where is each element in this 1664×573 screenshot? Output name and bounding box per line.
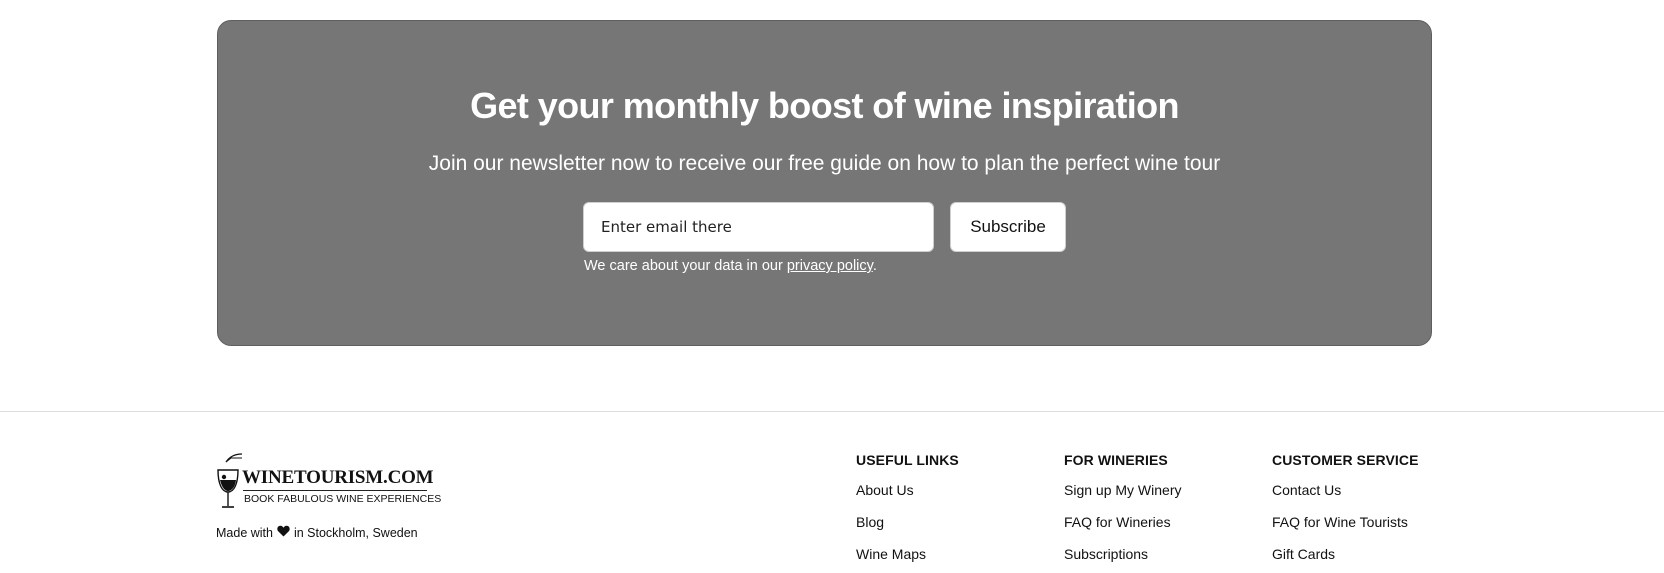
wine-glass-icon [217,453,243,508]
subscribe-button[interactable]: Subscribe [950,202,1066,252]
footer-link-gift-cards[interactable]: Gift Cards [1272,546,1335,562]
newsletter-subtitle: Join our newsletter now to receive our f… [428,152,1221,175]
footer-column-customer-service: CUSTOMER SERVICE Contact Us FAQ for Wine… [1272,452,1419,562]
site-logo[interactable]: WINETOURISM.COM BOOK FABULOUS WINE EXPER… [216,450,441,510]
made-with-prefix: Made with [216,526,273,540]
logo-wordmark: WINETOURISM.COM [242,467,434,488]
footer-link-subscriptions[interactable]: Subscriptions [1064,546,1148,562]
made-with-location: in Stockholm, Sweden [293,526,418,540]
privacy-note: We care about your data in our privacy p… [584,258,877,274]
made-with-note: Made with in Stockholm, Sweden [216,525,418,540]
privacy-note-suffix: . [872,258,877,274]
logo-divider [243,490,427,491]
footer-link-faq-for-wine-tourists[interactable]: FAQ for Wine Tourists [1272,514,1408,530]
footer-column-heading: FOR WINERIES [1064,452,1168,468]
footer-link-sign-up-my-winery[interactable]: Sign up My Winery [1064,482,1181,498]
email-input[interactable] [583,202,934,252]
newsletter-title: Get your monthly boost of wine inspirati… [470,85,1179,126]
heart-icon [276,525,290,540]
logo-tagline: BOOK FABULOUS WINE EXPERIENCES [244,493,442,505]
footer-link-blog[interactable]: Blog [856,514,884,530]
footer-divider [0,411,1664,412]
footer-column-heading: USEFUL LINKS [856,452,959,468]
privacy-policy-link[interactable]: privacy policy [787,258,873,274]
footer-link-contact-us[interactable]: Contact Us [1272,482,1341,498]
newsletter-banner: Get your monthly boost of wine inspirati… [217,20,1432,346]
privacy-note-prefix: We care about your data in our [584,258,787,274]
footer-link-wine-maps[interactable]: Wine Maps [856,546,926,562]
footer-column-for-wineries: FOR WINERIES Sign up My Winery FAQ for W… [1064,452,1181,562]
footer-column-useful-links: USEFUL LINKS About Us Blog Wine Maps [856,452,959,562]
footer-column-heading: CUSTOMER SERVICE [1272,452,1419,468]
footer-link-faq-for-wineries[interactable]: FAQ for Wineries [1064,514,1171,530]
footer-link-about-us[interactable]: About Us [856,482,914,498]
